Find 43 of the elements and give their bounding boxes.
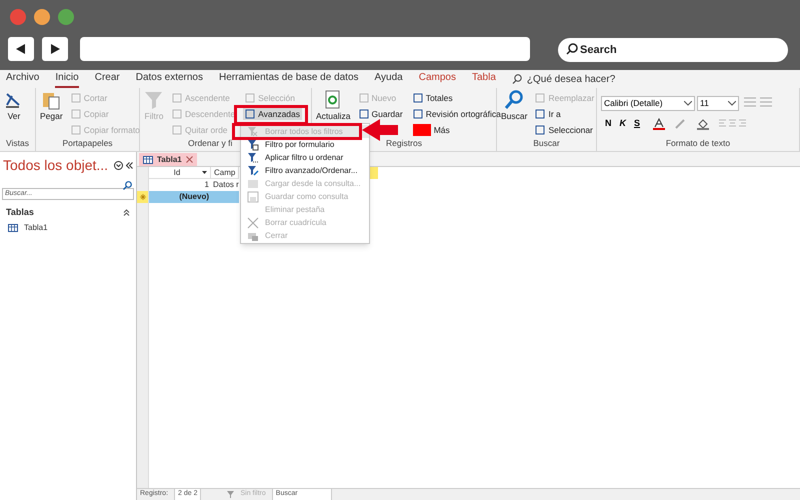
group-label: Registros xyxy=(386,137,422,150)
ribbon-tab[interactable]: Archivo xyxy=(6,70,40,88)
menu-item[interactable]: Filtro avanzado/Ordenar... xyxy=(241,164,369,177)
ribbon-tab[interactable]: Ayuda xyxy=(374,70,403,88)
document-tab[interactable]: Tabla1 xyxy=(139,153,197,166)
ribbon-button[interactable]: Seleccionar xyxy=(533,124,595,136)
ribbon-tab[interactable]: Campos xyxy=(418,70,456,88)
table-cell-text: 1 xyxy=(204,179,210,191)
font-size-dropdown[interactable]: 11 xyxy=(697,96,739,111)
ribbon-button[interactable]: Revisión ortográfica xyxy=(410,108,503,120)
ribbon-button[interactable]: Totales xyxy=(410,92,455,104)
table-cell-text: Datos r xyxy=(212,179,239,191)
ribbon-button[interactable]: Más xyxy=(410,124,452,136)
group-label: Vistas xyxy=(6,137,29,150)
group-label: Buscar xyxy=(533,137,560,150)
ribbon-button[interactable]: Actualiza xyxy=(316,90,350,121)
ribbon-tab[interactable]: Tabla xyxy=(472,70,496,88)
column-header[interactable]: Camp xyxy=(211,167,239,179)
ribbon-button[interactable]: Ver xyxy=(4,90,24,121)
ribbon-button[interactable]: Pegar xyxy=(40,90,63,121)
section-header: Tablas xyxy=(6,206,34,219)
group-label: Portapapeles xyxy=(62,137,113,150)
group-label: Formato de texto xyxy=(666,137,730,150)
ribbon-tab[interactable]: Crear xyxy=(94,70,120,88)
ribbon-button[interactable]: Ir a xyxy=(533,108,563,120)
nav-title: Todos los objet... xyxy=(3,156,108,175)
format-button[interactable]: K xyxy=(620,117,626,130)
format-button[interactable]: N xyxy=(605,117,612,130)
menu-item[interactable]: Filtro por formulario xyxy=(241,138,369,151)
search-field[interactable]: Search xyxy=(558,38,788,62)
ribbon-button[interactable]: Avanzadas xyxy=(243,108,302,120)
ribbon-tab[interactable]: Herramientas de base de datos xyxy=(219,70,359,88)
nav-item[interactable]: Tabla1 xyxy=(0,222,136,234)
format-button[interactable]: S xyxy=(634,117,640,130)
ribbon-tab[interactable]: Datos externos xyxy=(136,70,203,88)
column-header[interactable]: Id xyxy=(149,167,211,179)
ribbon-button[interactable]: Guardar xyxy=(356,108,405,120)
font-dropdown[interactable]: Calibri (Detalle) xyxy=(601,96,695,111)
menu-item[interactable]: Aplicar filtro u ordenar xyxy=(241,151,369,164)
group-label: Ordenar y fi xyxy=(188,137,232,150)
ribbon-button[interactable]: Buscar xyxy=(501,90,528,121)
tell-me-field[interactable]: ¿Qué desea hacer? xyxy=(526,72,616,86)
table-cell: (Nuevo) xyxy=(149,191,211,203)
